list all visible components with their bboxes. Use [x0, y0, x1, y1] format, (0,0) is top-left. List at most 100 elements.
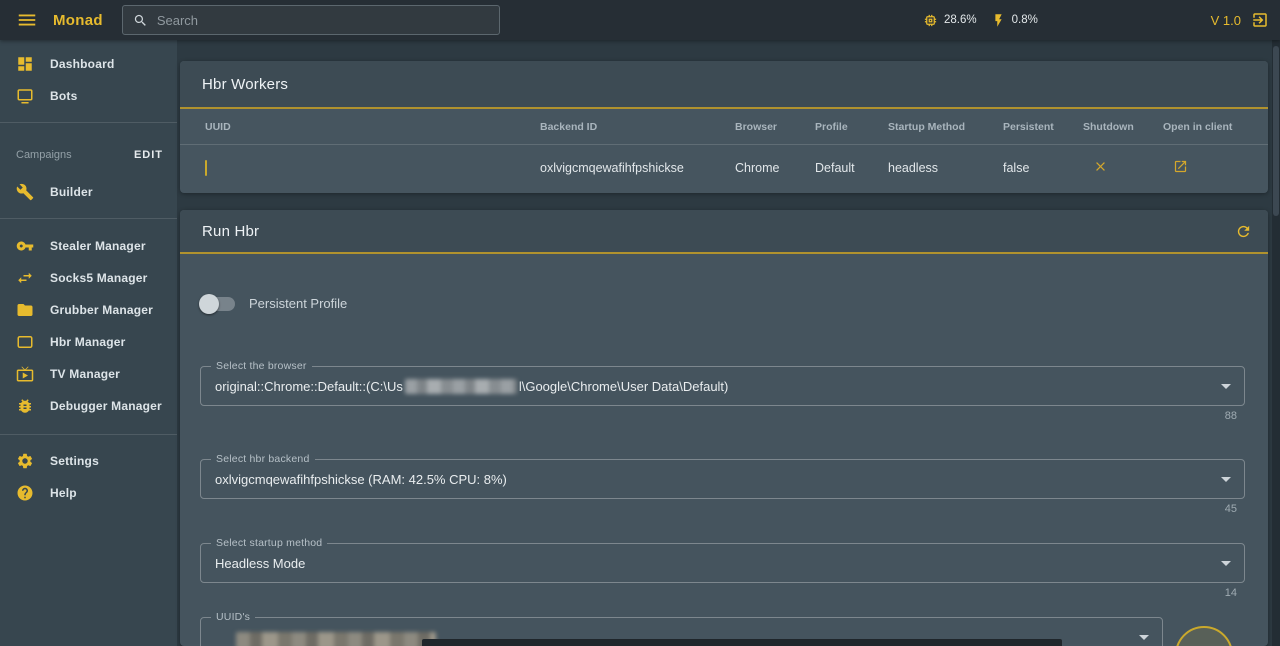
sidebar-item-label: Settings — [50, 454, 99, 468]
open-in-new-icon[interactable] — [1173, 159, 1188, 174]
sidebar-divider — [0, 434, 177, 435]
run-hbr-body: Persistent Profile Select the browser or… — [180, 254, 1268, 646]
monitor-icon — [17, 89, 33, 104]
toggle-track[interactable] — [199, 293, 235, 314]
field-value: original::Chrome::Default::(C:\Us l\Googl… — [201, 367, 1244, 405]
run-button[interactable] — [1175, 626, 1233, 646]
field-label: Select the browser — [211, 360, 312, 372]
hbr-workers-header: Hbr Workers — [180, 61, 1268, 109]
energy-icon — [994, 13, 1002, 27]
persistent-profile-toggle[interactable]: Persistent Profile — [199, 293, 348, 314]
scrollbar-thumb[interactable] — [1273, 46, 1279, 216]
column-shutdown: Shutdown — [1083, 120, 1134, 133]
bug-icon — [19, 399, 31, 413]
sidebar: Dashboard Bots Campaigns EDIT Builder St… — [0, 40, 177, 646]
sidebar-item-builder[interactable]: Builder — [0, 176, 177, 208]
sidebar-item-bots[interactable]: Bots — [0, 80, 177, 112]
sidebar-item-label: Dashboard — [50, 57, 115, 71]
toggle-label: Persistent Profile — [249, 296, 348, 311]
field-label: UUID's — [211, 611, 256, 623]
value-prefix: original::Chrome::Default::(C:\Us — [215, 378, 403, 394]
column-uuid: UUID — [205, 120, 231, 133]
shutdown-cell — [1083, 159, 1163, 177]
gear-icon — [17, 453, 33, 469]
column-startup-method: Startup Method — [888, 120, 965, 133]
table-row: oxlvigcmqewafihfpshickse Chrome Default … — [180, 145, 1268, 190]
search-input[interactable] — [156, 12, 489, 28]
folder-icon — [17, 304, 33, 316]
app-root: Monad 28.6% 0.8% V 1.0 Dashboard Bots Ca… — [0, 0, 1280, 646]
sidebar-item-label: Debugger Manager — [50, 399, 162, 413]
workers-table-header: UUID Backend ID Browser Profile Startup … — [180, 109, 1268, 145]
sidebar-item-debugger-manager[interactable]: Debugger Manager — [0, 390, 177, 422]
toggle-knob[interactable] — [199, 293, 219, 314]
field-label: Select hbr backend — [211, 453, 315, 465]
sidebar-item-label: Stealer Manager — [50, 239, 146, 253]
backend-count: 45 — [1224, 503, 1237, 515]
select-browser-field[interactable]: Select the browser original::Chrome::Def… — [200, 360, 1245, 406]
cpu-icon — [924, 14, 937, 26]
topbar-right: V 1.0 — [1211, 0, 1269, 40]
hbr-workers-title: Hbr Workers — [202, 75, 289, 93]
column-open-in-client: Open in client — [1163, 120, 1233, 133]
sidebar-item-stealer-manager[interactable]: Stealer Manager — [0, 230, 177, 262]
wrench-icon — [16, 183, 34, 201]
sidebar-item-label: Builder — [50, 185, 93, 199]
search-icon — [134, 14, 146, 26]
browser-cell: Chrome — [735, 160, 780, 175]
chevron-down-icon — [1221, 561, 1231, 566]
energy-usage: 0.8% — [1011, 14, 1038, 26]
run-hbr-title: Run Hbr — [202, 222, 260, 240]
uuid-cell — [205, 159, 540, 176]
select-startup-method-field[interactable]: Select startup method Headless Mode — [200, 537, 1245, 583]
vertical-scrollbar[interactable] — [1272, 40, 1280, 646]
sidebar-item-tv-manager[interactable]: TV Manager — [0, 358, 177, 390]
column-persistent: Persistent — [1003, 120, 1054, 133]
topbar: Monad 28.6% 0.8% V 1.0 — [0, 0, 1280, 40]
sidebar-item-label: Socks5 Manager — [50, 271, 148, 285]
persistent-cell: false — [1003, 160, 1030, 175]
field-value: oxlvigcmqewafihfpshickse (RAM: 42.5% CPU… — [215, 471, 507, 487]
version-label: V 1.0 — [1210, 12, 1241, 28]
redacted-uuid-value — [236, 632, 436, 646]
brand-logo: Monad — [53, 11, 103, 29]
sidebar-item-label: Grubber Manager — [50, 303, 154, 317]
startup-count: 14 — [1224, 587, 1237, 599]
select-backend-field[interactable]: Select hbr backend oxlvigcmqewafihfpshic… — [200, 453, 1245, 499]
key-icon — [16, 241, 34, 251]
redacted-username — [404, 378, 517, 394]
window-icon — [17, 336, 33, 348]
sidebar-item-hbr-manager[interactable]: Hbr Manager — [0, 326, 177, 358]
run-hbr-header: Run Hbr — [180, 210, 1268, 254]
sidebar-divider — [0, 218, 177, 219]
sidebar-item-label: Help — [50, 486, 77, 500]
hbr-workers-card: Hbr Workers UUID Backend ID Browser Prof… — [180, 61, 1268, 193]
value-suffix: l\Google\Chrome\User Data\Default) — [518, 378, 729, 394]
cpu-usage: 28.6% — [944, 14, 977, 26]
edit-campaigns-button[interactable]: EDIT — [134, 149, 163, 161]
search-box[interactable] — [121, 5, 500, 35]
logout-icon[interactable] — [1251, 11, 1269, 29]
column-backend-id: Backend ID — [540, 120, 598, 133]
swap-arrows-icon — [18, 272, 32, 284]
sidebar-item-settings[interactable]: Settings — [0, 445, 177, 477]
menu-icon[interactable] — [16, 9, 38, 31]
field-label: Select startup method — [211, 537, 328, 549]
chevron-down-icon — [1221, 384, 1231, 389]
chevron-down-icon — [1139, 635, 1149, 640]
run-hbr-card: Run Hbr Persistent Profile Select the br… — [180, 210, 1268, 646]
chevron-down-icon — [1221, 477, 1231, 482]
sidebar-item-socks5-manager[interactable]: Socks5 Manager — [0, 262, 177, 294]
browser-count: 88 — [1224, 410, 1237, 422]
column-profile: Profile — [815, 120, 848, 133]
sidebar-item-dashboard[interactable]: Dashboard — [0, 48, 177, 80]
refresh-icon[interactable] — [1235, 223, 1252, 240]
close-icon[interactable] — [1093, 159, 1108, 174]
sidebar-item-label: Bots — [50, 89, 78, 103]
campaigns-section-header: Campaigns EDIT — [0, 137, 177, 173]
sidebar-item-help[interactable]: Help — [0, 477, 177, 509]
sidebar-item-grubber-manager[interactable]: Grubber Manager — [0, 294, 177, 326]
sidebar-divider — [0, 122, 177, 123]
column-browser: Browser — [735, 120, 778, 133]
uuids-dropdown-panel — [422, 639, 1062, 646]
